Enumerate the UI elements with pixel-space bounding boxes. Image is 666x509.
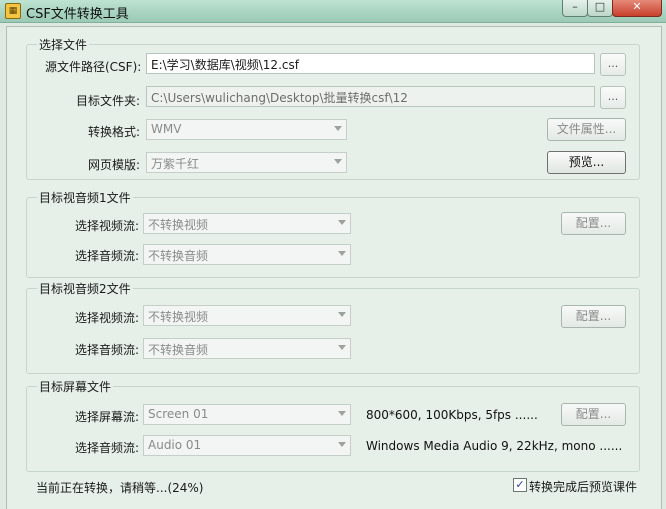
- chevron-down-icon: [338, 220, 346, 225]
- preview-button[interactable]: 预览...: [547, 151, 626, 174]
- av1-audio-value: 不转换音频: [148, 249, 209, 263]
- chevron-down-icon: [338, 251, 346, 256]
- av2-audio-select[interactable]: 不转换音频: [143, 338, 351, 359]
- source-path-field[interactable]: E:\学习\数据库\视频\12.csf: [146, 53, 595, 74]
- chevron-down-icon: [338, 345, 346, 350]
- screen-audio-select[interactable]: Audio 01: [143, 435, 351, 456]
- close-button[interactable]: ✕: [612, 0, 662, 17]
- screen-stream-label: 选择屏幕流:: [75, 410, 140, 424]
- av2-group: 目标视音频2文件: [26, 280, 640, 374]
- group-title: 目标视音频1文件: [37, 189, 133, 206]
- av2-config-button[interactable]: 配置...: [561, 305, 626, 328]
- group-title: 选择文件: [37, 36, 90, 53]
- chevron-down-icon: [334, 126, 342, 131]
- screen-stream-value: Screen 01: [148, 407, 209, 421]
- preview-after-label[interactable]: 转换完成后预览课件: [529, 478, 637, 495]
- screen-group: 目标屏幕文件: [26, 378, 640, 472]
- chevron-down-icon: [338, 312, 346, 317]
- maximize-button[interactable]: □: [587, 0, 613, 17]
- av1-video-select[interactable]: 不转换视频: [143, 213, 351, 234]
- av1-video-label: 选择视频流:: [75, 219, 140, 233]
- av1-group: 目标视音频1文件: [26, 189, 640, 278]
- template-label: 网页模版:: [88, 158, 141, 172]
- source-browse-button[interactable]: ...: [600, 53, 626, 76]
- chevron-down-icon: [338, 442, 346, 447]
- format-select[interactable]: WMV: [146, 119, 347, 140]
- file-properties-button[interactable]: 文件属性...: [547, 118, 626, 141]
- chevron-down-icon: [338, 411, 346, 416]
- minimize-button[interactable]: –: [562, 0, 588, 17]
- chevron-down-icon: [334, 159, 342, 164]
- group-title: 目标屏幕文件: [37, 378, 114, 395]
- template-select[interactable]: 万紫千红: [146, 152, 347, 173]
- av2-video-select[interactable]: 不转换视频: [143, 305, 351, 326]
- screen-config-button[interactable]: 配置...: [561, 403, 626, 426]
- screen-stream-select[interactable]: Screen 01: [143, 404, 351, 425]
- av2-video-label: 选择视频流:: [75, 311, 140, 325]
- av2-audio-label: 选择音频流:: [75, 343, 140, 357]
- av1-audio-label: 选择音频流:: [75, 249, 140, 263]
- preview-after-checkbox[interactable]: ✓: [513, 478, 527, 492]
- format-value: WMV: [151, 122, 182, 136]
- av2-audio-value: 不转换音频: [148, 343, 209, 357]
- window-title: CSF文件转换工具: [26, 7, 129, 22]
- screen-info: 800*600, 100Kbps, 5fps ......: [366, 408, 538, 422]
- target-folder-field[interactable]: C:\Users\wulichang\Desktop\批量转换csf\12: [146, 86, 595, 107]
- audio-info: Windows Media Audio 9, 22kHz, mono .....…: [366, 439, 623, 453]
- screen-audio-value: Audio 01: [148, 438, 202, 452]
- app-window: ▦ CSF文件转换工具 – □ ✕ 选择文件 源文件路径(CSF): E:\学习…: [0, 0, 666, 509]
- status-text: 当前正在转换，请稍等...(24%): [36, 481, 204, 495]
- title-bar[interactable]: ▦ CSF文件转换工具 – □ ✕: [0, 0, 666, 23]
- target-browse-button[interactable]: ...: [600, 86, 626, 109]
- group-title: 目标视音频2文件: [37, 280, 133, 297]
- format-label: 转换格式:: [88, 125, 141, 139]
- target-folder-label: 目标文件夹:: [76, 94, 141, 108]
- av2-video-value: 不转换视频: [148, 310, 209, 324]
- av1-audio-select[interactable]: 不转换音频: [143, 244, 351, 265]
- av1-video-value: 不转换视频: [148, 218, 209, 232]
- av1-config-button[interactable]: 配置...: [561, 212, 626, 235]
- app-icon: ▦: [5, 3, 21, 19]
- template-value: 万紫千红: [151, 157, 200, 171]
- source-path-label: 源文件路径(CSF):: [45, 60, 142, 74]
- screen-audio-label: 选择音频流:: [75, 441, 140, 455]
